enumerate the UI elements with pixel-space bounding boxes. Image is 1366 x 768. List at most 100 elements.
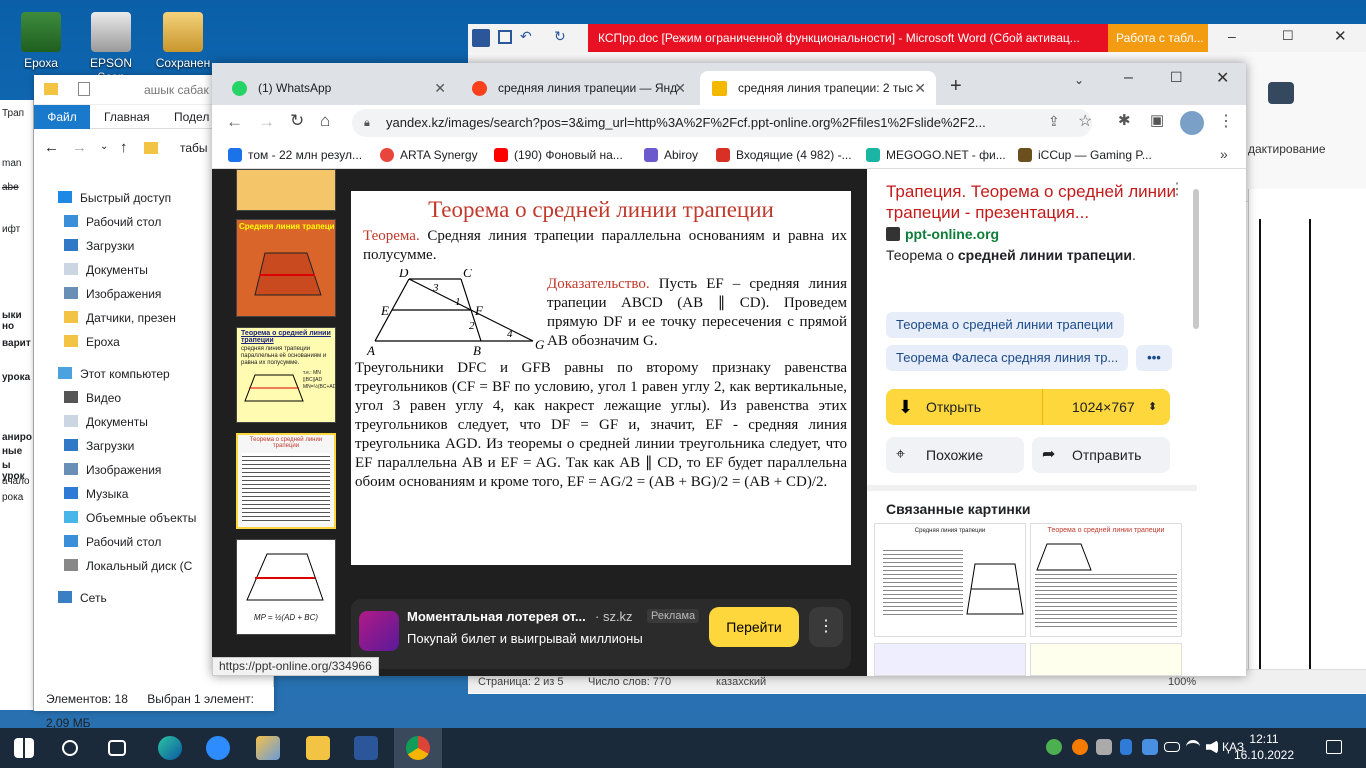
nav-video[interactable]: Видео [64,387,121,409]
tab-home[interactable]: Главная [104,110,150,124]
close-tab-icon[interactable]: ✕ [914,71,926,105]
nav-folder-sensors[interactable]: Датчики, презен [64,307,176,329]
tab-file[interactable]: Файл [34,105,90,129]
maximize-icon[interactable]: ☐ [1170,69,1183,86]
volume-icon[interactable] [1206,740,1218,754]
size-select[interactable]: 1024×767 [1072,389,1135,425]
chevron-right-icon[interactable]: » [1220,146,1228,162]
slide-image[interactable]: Теорема о средней линии трапеции Теорема… [351,191,851,565]
forward-icon[interactable]: → [72,139,87,156]
ad-go-button[interactable]: Перейти [709,607,799,647]
nav-desktop[interactable]: Рабочий стол [64,211,161,233]
notifications-icon[interactable] [1326,740,1342,754]
bookmark-item[interactable]: MEGOGO.NET - фи... [866,141,1006,169]
zoom-icon[interactable] [206,736,230,760]
edge-icon[interactable] [158,736,182,760]
sidebar-icon[interactable]: ▣ [1150,111,1164,129]
save-icon[interactable] [498,30,512,44]
word-icon[interactable] [472,29,490,47]
tab-yandex-search[interactable]: средняя линия трапеции — Янд ✕ [460,71,696,105]
panel-scrollbar[interactable] [1193,189,1199,329]
bookmark-item[interactable]: Abiroy [644,141,698,169]
nav-downloads-pc[interactable]: Загрузки [64,435,134,457]
nav-pictures[interactable]: Изображения [64,283,161,305]
related-image[interactable] [874,643,1026,676]
thumbnail[interactable] [236,169,336,211]
editing-group-label[interactable]: дактирование [1248,142,1326,156]
tray-icon-tool[interactable] [1096,739,1112,755]
nav-documents[interactable]: Документы [64,259,148,281]
home-icon[interactable]: ⌂ [320,111,330,131]
thumbnail-selected[interactable]: Теорема о средней линии трапеции [236,433,336,529]
back-icon[interactable]: ← [44,139,59,156]
paint-icon[interactable] [256,736,280,760]
redo-icon[interactable]: ↻ [554,28,566,45]
nav-network[interactable]: Сеть [58,587,107,609]
source-title[interactable]: Трапеция. Теорема о средней линии трапец… [886,181,1176,223]
extensions-icon[interactable]: ✱ [1118,111,1131,129]
address-path[interactable]: табы [180,141,208,155]
similar-button[interactable]: ⌖ Похожие [886,437,1024,473]
word-context-tab[interactable]: Работа с табл... [1108,24,1208,52]
related-image[interactable]: Средняя линия трапеции [874,523,1026,637]
avatar[interactable] [1180,111,1204,135]
maximize-icon[interactable]: ☐ [1282,28,1294,44]
close-tab-icon[interactable]: ✕ [434,71,446,105]
star-icon[interactable]: ☆ [1078,111,1092,131]
undo-icon[interactable]: ↶ [520,28,532,45]
windows-start-icon[interactable] [14,738,34,758]
bookmark-item[interactable]: том - 22 млн резул... [228,141,362,169]
close-icon[interactable]: ✕ [1216,68,1229,88]
send-button[interactable]: ➦ Отправить [1032,437,1170,473]
tab-share[interactable]: Подел [174,110,209,124]
ad-banner[interactable]: Моментальная лотерея от... · sz.kz Рекла… [351,599,851,669]
bookmark-item[interactable]: Входящие (4 982) -... [716,141,852,169]
tray-icon-green[interactable] [1046,739,1062,755]
task-view-icon[interactable] [108,740,126,756]
bookmark-item[interactable]: iCCup — Gaming P... [1018,141,1152,169]
nav-desktop-pc[interactable]: Рабочий стол [64,531,161,553]
properties-icon[interactable] [78,82,90,96]
desktop-icon-saved[interactable]: Сохранен [148,12,218,70]
address-bar[interactable]: 🔒︎ yandex.kz/images/search?pos=3&img_url… [352,109,1092,137]
minimize-icon[interactable]: – [1124,69,1133,87]
menu-icon[interactable]: ⋮ [1218,111,1234,131]
close-icon[interactable]: ✕ [1334,27,1347,45]
minimize-icon[interactable]: – [1228,28,1236,44]
nav-this-pc[interactable]: Этот компьютер [58,363,170,385]
source-site[interactable]: ppt-online.org [905,226,999,242]
binoculars-icon[interactable] [1268,82,1294,104]
nav-pictures-pc[interactable]: Изображения [64,459,161,481]
related-image[interactable]: Теорема о средней линии трапеции [1030,523,1182,637]
desktop-icon-eroha[interactable]: Ероха [6,12,76,70]
nav-folder-eroha[interactable]: Ероха [64,331,120,353]
word-icon[interactable] [354,736,378,760]
close-tab-icon[interactable]: ✕ [674,71,686,105]
search-icon[interactable] [62,740,78,756]
open-button[interactable]: ⬇ Открыть 1024×767 ⬍ [886,389,1170,425]
nav-local-disk[interactable]: Локальный диск (С [64,555,192,577]
nav-downloads[interactable]: Загрузки [64,235,134,257]
bookmark-item[interactable]: ARTA Synergy [380,141,478,169]
tab-whatsapp[interactable]: (1) WhatsApp ✕ [220,71,456,105]
ad-more-icon[interactable]: ⋮ [809,607,843,647]
up-icon[interactable]: ↑ [120,139,128,156]
battery-icon[interactable] [1164,742,1180,752]
menu-icon[interactable]: ⋮ [1169,179,1185,199]
forward-icon[interactable]: → [258,112,275,132]
explorer-icon[interactable] [306,736,330,760]
reload-icon[interactable]: ↻ [290,111,304,131]
desktop-icon-epson[interactable]: EPSON Scan [76,12,146,84]
clock[interactable]: 12:11 16.10.2022 [1234,731,1294,763]
bookmark-item[interactable]: (190) Фоновый на... [494,141,623,169]
tray-icon-app[interactable] [1142,739,1158,755]
nav-music[interactable]: Музыка [64,483,128,505]
tray-icon-avast[interactable] [1072,739,1088,755]
thumbnail[interactable]: MP = ½(AD + BC) [236,539,336,635]
wifi-icon[interactable] [1186,740,1200,754]
nav-documents-pc[interactable]: Документы [64,411,148,433]
more-queries-button[interactable]: ••• [1136,345,1172,371]
thumbnail[interactable]: Средняя линия трапеции [236,219,336,317]
related-query-chip[interactable]: Теорема Фалеса средняя линия тр... [886,345,1128,371]
tab-yandex-images[interactable]: средняя линия трапеции: 2 тыс ✕ [700,71,936,105]
